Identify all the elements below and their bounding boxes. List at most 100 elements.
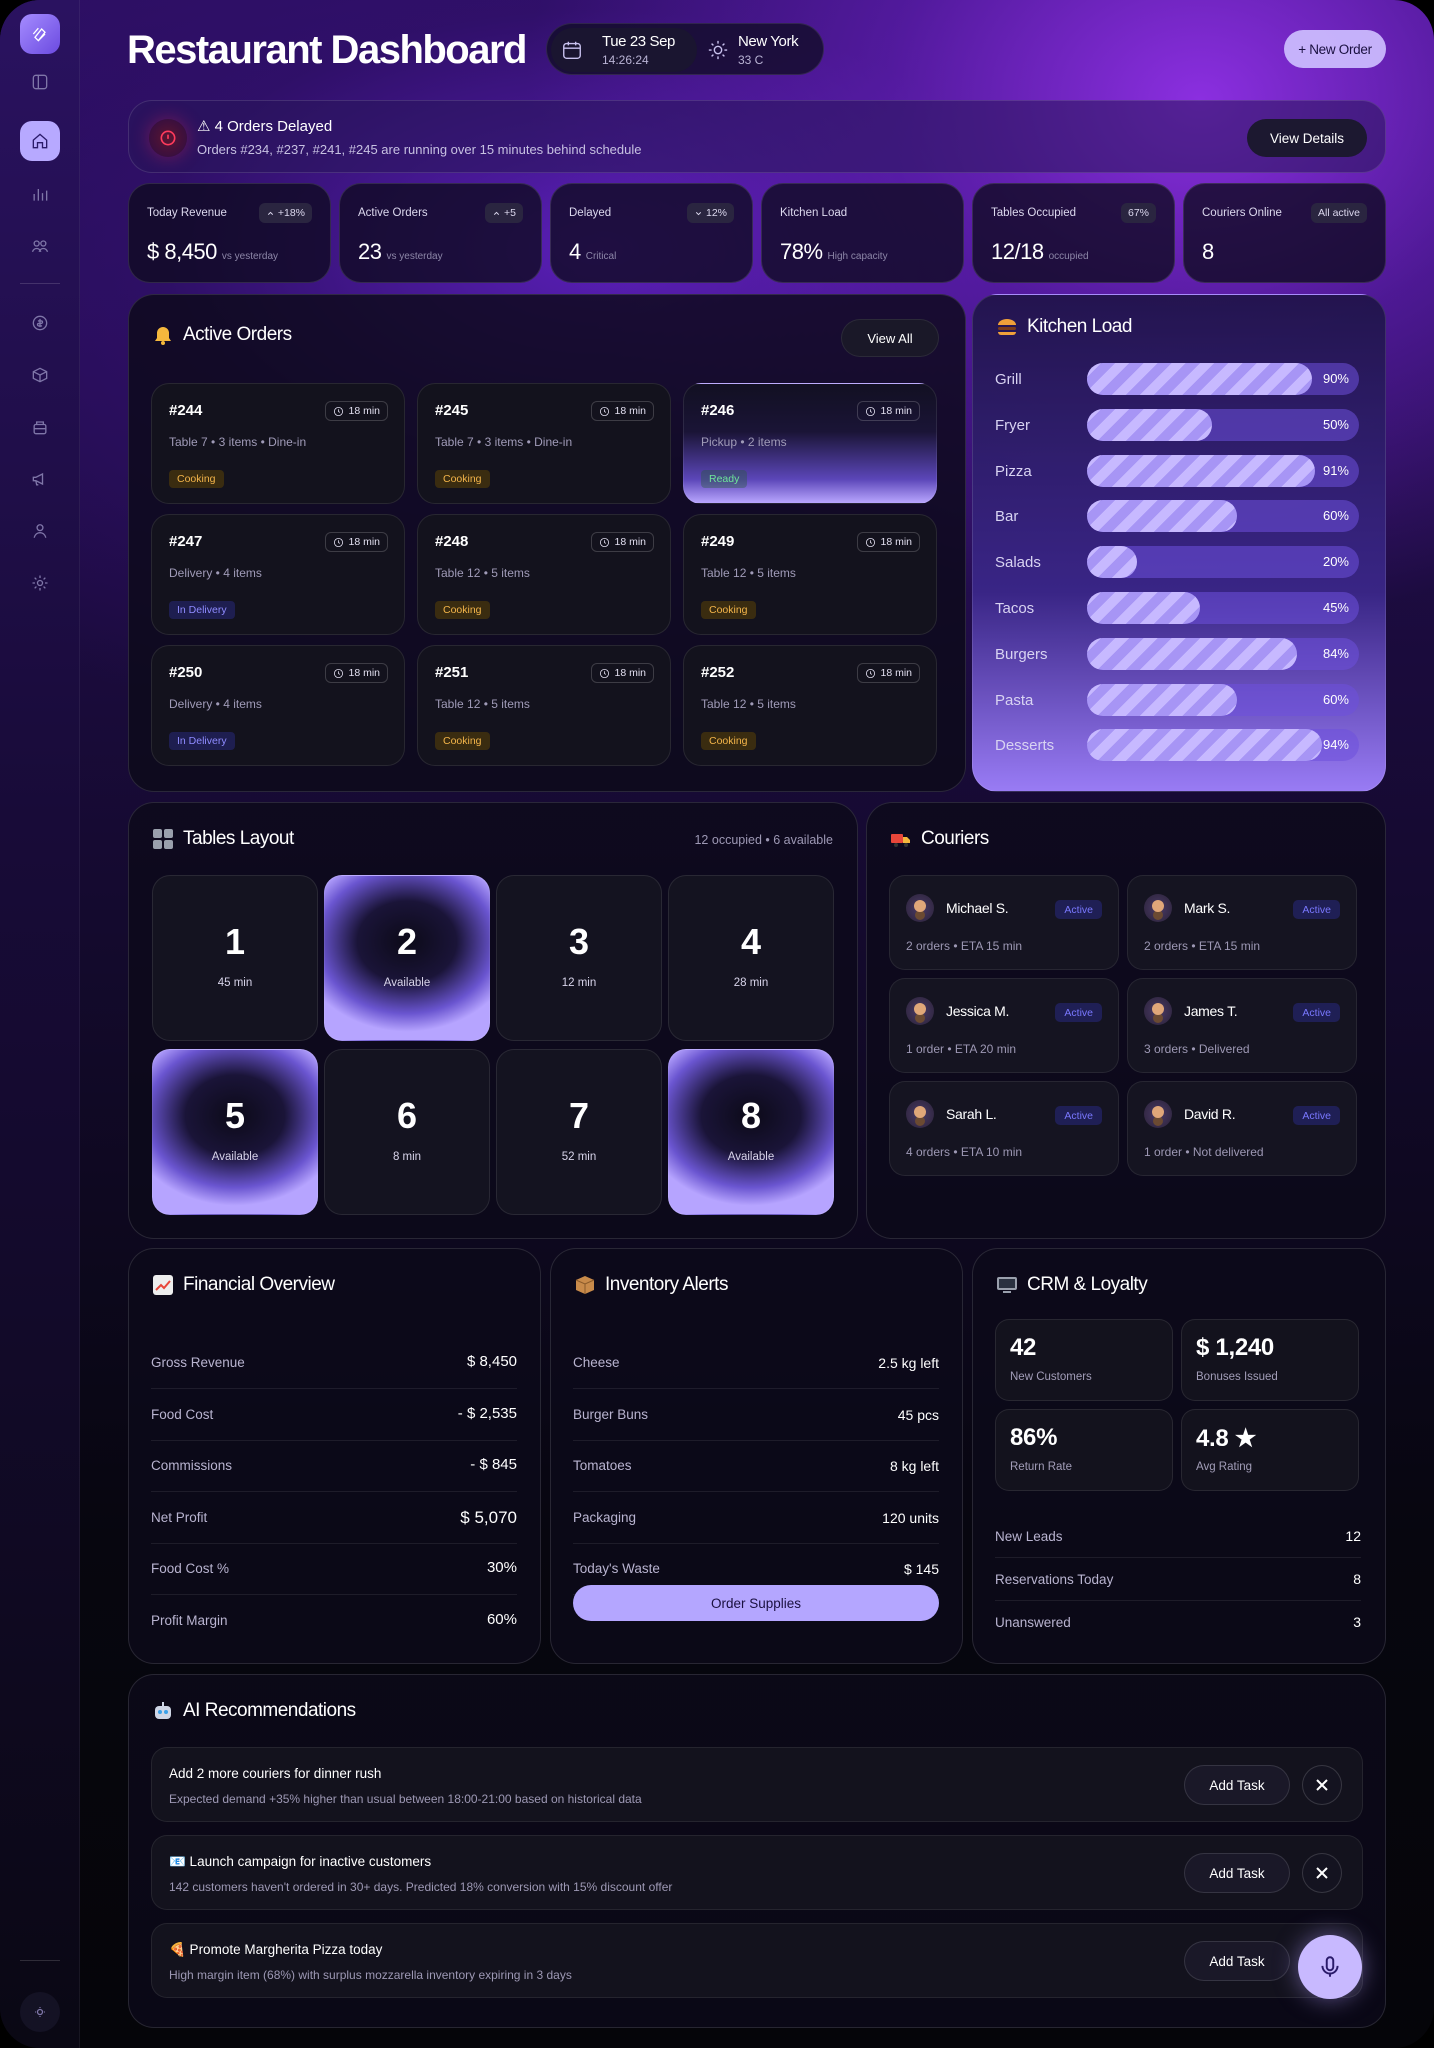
home-icon[interactable]: [20, 121, 60, 161]
order-time: 18 min: [614, 536, 646, 548]
order-time: 18 min: [880, 536, 912, 548]
settings-gear-icon[interactable]: [20, 563, 60, 603]
voice-assistant-mic-button[interactable]: [1298, 1935, 1362, 1999]
view-all-orders-button[interactable]: View All: [841, 319, 939, 357]
stat-card[interactable]: Couriers Online All active 8: [1183, 183, 1386, 283]
stat-card[interactable]: Tables Occupied 67% 12/18 occupied: [972, 183, 1175, 283]
courier-status-badge: Active: [1055, 1003, 1102, 1022]
menu-icon[interactable]: [20, 407, 60, 447]
courier-card[interactable]: Mark S. Active 2 orders • ETA 15 min: [1127, 875, 1357, 970]
order-id: #252: [701, 664, 735, 681]
order-card[interactable]: #244 18 min Table 7 • 3 items • Dine-in Coo…: [151, 383, 405, 504]
stat-label: Couriers Online: [1202, 207, 1282, 219]
kitchen-station-row: Tacos 45%: [995, 592, 1359, 624]
courier-card[interactable]: Sarah L. Active 4 orders • ETA 10 min: [889, 1081, 1119, 1176]
order-supplies-button[interactable]: Order Supplies: [573, 1585, 939, 1621]
app-logo-icon[interactable]: [20, 14, 60, 54]
crm-metric-value: 4.8 ★: [1196, 1425, 1257, 1452]
dismiss-close-icon[interactable]: [1302, 1853, 1342, 1893]
order-card[interactable]: #246 18 min Pickup • 2 items Ready: [683, 383, 937, 504]
station-load-bar: 84%: [1087, 637, 1359, 670]
order-card[interactable]: #248 18 min Table 12 • 5 items Cooking: [417, 514, 671, 635]
dismiss-close-icon[interactable]: [1302, 1765, 1342, 1805]
calendar-icon: [561, 39, 583, 61]
order-card[interactable]: #251 18 min Table 12 • 5 items Cooking: [417, 645, 671, 766]
crm-metric-card: 42 New Customers: [995, 1319, 1173, 1401]
stat-badge: +18%: [258, 203, 312, 223]
stat-badge: All active: [1310, 203, 1367, 223]
stat-badge: 67%: [1120, 203, 1156, 223]
order-status-badge: Cooking: [435, 601, 490, 619]
crm-row-value: 12: [1345, 1528, 1361, 1544]
table-card[interactable]: 4 28 min: [668, 875, 834, 1041]
courier-name: Michael S.: [946, 900, 1009, 916]
order-status-badge: Cooking: [435, 732, 490, 750]
tables-summary: 12 occupied • 6 available: [694, 833, 833, 847]
stat-card[interactable]: Kitchen Load 78% High capacity: [761, 183, 964, 283]
order-timer: 18 min: [857, 401, 920, 421]
table-card[interactable]: 6 8 min: [324, 1049, 490, 1215]
view-details-button[interactable]: View Details: [1247, 119, 1367, 157]
order-status-badge: Cooking: [701, 732, 756, 750]
order-description: Table 12 • 5 items: [435, 697, 530, 711]
couriers-title: Couriers: [921, 828, 989, 849]
order-card[interactable]: #249 18 min Table 12 • 5 items Cooking: [683, 514, 937, 635]
courier-status-badge: Active: [1055, 1106, 1102, 1125]
table-card[interactable]: 2 Available: [324, 875, 490, 1041]
courier-card[interactable]: Michael S. Active 2 orders • ETA 15 min: [889, 875, 1119, 970]
kitchen-station-row: Bar 60%: [995, 500, 1359, 533]
table-card[interactable]: 1 45 min: [152, 875, 318, 1041]
new-order-button[interactable]: + New Order: [1284, 30, 1386, 68]
courier-status-badge: Active: [1293, 900, 1340, 919]
order-card[interactable]: #245 18 min Table 7 • 3 items • Dine-in Coo…: [417, 383, 671, 504]
add-task-button[interactable]: Add Task: [1184, 1941, 1290, 1981]
theme-toggle-icon[interactable]: [20, 1992, 60, 2032]
table-card[interactable]: 5 Available: [152, 1049, 318, 1215]
table-card[interactable]: 3 12 min: [496, 875, 662, 1041]
order-card[interactable]: #247 18 min Delivery • 4 items In Delivery: [151, 514, 405, 635]
active-orders-title: Active Orders: [183, 324, 292, 345]
stat-card[interactable]: Today Revenue +18% $ 8,450 vs yesterday: [128, 183, 331, 283]
add-task-button[interactable]: Add Task: [1184, 1853, 1290, 1893]
order-card[interactable]: #252 18 min Table 12 • 5 items Cooking: [683, 645, 937, 766]
stat-card[interactable]: Delayed 12% 4 Critical: [550, 183, 753, 283]
analytics-icon[interactable]: [20, 174, 60, 214]
crm-metric-card: 86% Return Rate: [995, 1409, 1173, 1491]
stat-value-row: 78% High capacity: [780, 239, 888, 265]
financial-value: - $ 2,535: [457, 1404, 517, 1422]
courier-card[interactable]: David R. Active 1 order • Not delivered: [1127, 1081, 1357, 1176]
stat-sub: High capacity: [827, 251, 888, 262]
stat-badge: +5: [485, 203, 523, 223]
financial-row: Gross Revenue $ 8,450: [151, 1337, 517, 1389]
table-card[interactable]: 8 Available: [668, 1049, 834, 1215]
crm-metric-label: Bonuses Issued: [1196, 1371, 1278, 1383]
tables-layout-panel: Tables Layout 12 occupied • 6 available …: [128, 802, 858, 1239]
kitchen-station-row: Salads 20%: [995, 546, 1359, 579]
team-icon[interactable]: [20, 226, 60, 266]
customers-icon[interactable]: [20, 511, 60, 551]
marketing-megaphone-icon[interactable]: [20, 459, 60, 499]
order-timer: 18 min: [591, 532, 654, 552]
sidebar-toggle-icon[interactable]: [20, 62, 60, 102]
inventory-row: Packaging 120 units: [573, 1492, 939, 1544]
table-number: 2: [396, 921, 418, 962]
crm-metric-value: 86%: [1010, 1424, 1058, 1451]
courier-name: James T.: [1184, 1003, 1238, 1019]
stat-card[interactable]: Active Orders +5 23 vs yesterday: [339, 183, 542, 283]
table-card[interactable]: 7 52 min: [496, 1049, 662, 1215]
stat-badge-text: +18%: [277, 207, 305, 219]
inventory-box-icon[interactable]: [20, 355, 60, 395]
clock-icon: [599, 668, 610, 679]
order-description: Table 7 • 3 items • Dine-in: [435, 435, 573, 449]
add-task-button[interactable]: Add Task: [1184, 1765, 1290, 1805]
courier-avatar: [906, 1100, 934, 1128]
stat-value-row: 23 vs yesterday: [358, 239, 443, 265]
inventory-alerts-title: Inventory Alerts: [605, 1274, 728, 1295]
order-time: 18 min: [348, 667, 380, 679]
courier-card[interactable]: James T. Active 3 orders • Delivered: [1127, 978, 1357, 1073]
finance-icon[interactable]: [20, 303, 60, 343]
table-status: 12 min: [561, 977, 597, 989]
courier-detail: 1 order • ETA 20 min: [906, 1042, 1017, 1056]
order-card[interactable]: #250 18 min Delivery • 4 items In Delivery: [151, 645, 405, 766]
courier-card[interactable]: Jessica M. Active 1 order • ETA 20 min: [889, 978, 1119, 1073]
